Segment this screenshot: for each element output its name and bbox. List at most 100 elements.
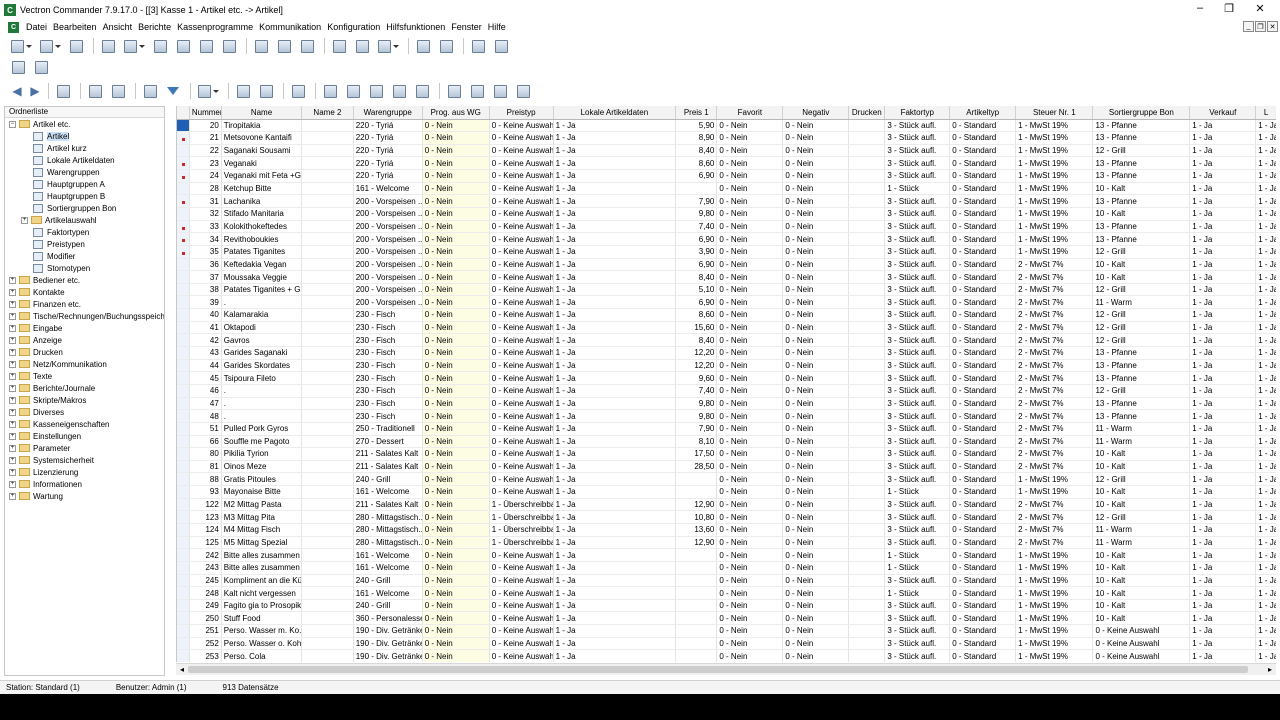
table-cell[interactable]: 1 - Ja bbox=[1255, 194, 1276, 208]
table-cell[interactable]: 1 - MwSt 19% bbox=[1015, 194, 1094, 208]
table-cell[interactable] bbox=[848, 472, 886, 487]
table-cell[interactable]: 122 bbox=[189, 498, 222, 512]
table-cell[interactable]: 250 bbox=[189, 611, 222, 626]
row-selector[interactable] bbox=[177, 333, 190, 348]
table-cell[interactable]: 0 - Standard bbox=[949, 156, 1017, 171]
table-cell[interactable]: 3 - Stück aufl. bbox=[884, 359, 951, 373]
table-cell[interactable]: Perso. Wasser m. Ko... bbox=[221, 624, 303, 638]
table-cell[interactable]: 1 - Ja bbox=[1189, 308, 1257, 322]
table-cell[interactable]: 3 - Stück aufl. bbox=[884, 333, 951, 348]
sort-icon[interactable] bbox=[140, 82, 160, 100]
column-header-preistyp[interactable]: Preistyp bbox=[489, 106, 554, 120]
table-cell[interactable]: Tsipoura Fileto bbox=[221, 371, 303, 385]
table-cell[interactable]: 1 - Ja bbox=[553, 523, 677, 537]
table-cell[interactable]: 13 - Pfanne bbox=[1092, 131, 1191, 145]
table-row[interactable]: 66 Souffle me Pagoto 270 - Dessert 0 - Nein… bbox=[177, 435, 1276, 449]
table-cell[interactable]: 8,40 bbox=[675, 270, 718, 284]
table-cell[interactable]: 0 - Nein bbox=[422, 397, 490, 411]
table-cell[interactable]: Lachanika bbox=[221, 194, 303, 208]
table-cell[interactable]: 1 - Ja bbox=[1189, 283, 1257, 297]
table-cell[interactable]: 1 - Ja bbox=[1255, 220, 1276, 234]
table-cell[interactable]: 1 - Stück bbox=[884, 561, 951, 575]
table-cell[interactable]: 240 - Grill bbox=[353, 574, 423, 588]
table-cell[interactable]: 1 - Ja bbox=[553, 144, 677, 158]
table-cell[interactable]: 1 - Ja bbox=[553, 498, 677, 512]
table-cell[interactable]: 8,60 bbox=[675, 156, 718, 171]
table-cell[interactable]: 2 - MwSt 7% bbox=[1015, 510, 1094, 524]
menu-item-kassenprogramme[interactable]: Kassenprogramme bbox=[174, 22, 256, 32]
table-cell[interactable] bbox=[675, 599, 718, 613]
table-cell[interactable] bbox=[848, 498, 886, 512]
tree-node-diverses[interactable]: + Diverses bbox=[5, 406, 164, 418]
table-cell[interactable] bbox=[675, 472, 718, 487]
table-cell[interactable]: 1 - Ja bbox=[1255, 359, 1276, 373]
table-cell[interactable]: 161 - Welcome bbox=[353, 548, 423, 562]
table-cell[interactable]: 0 - Keine Auswahl bbox=[489, 409, 554, 423]
tree-node-lokale-artikeldaten[interactable]: Lokale Artikeldaten bbox=[5, 154, 164, 166]
table-cell[interactable]: 48 bbox=[189, 409, 222, 423]
column-header-negativ[interactable]: Negativ bbox=[782, 106, 850, 120]
table-cell[interactable]: 1 - Ja bbox=[553, 295, 677, 310]
table-cell[interactable]: 249 bbox=[189, 599, 222, 613]
table-cell[interactable]: 8,60 bbox=[675, 308, 718, 322]
table-cell[interactable]: 190 - Div. Getränke bbox=[353, 624, 423, 638]
table-cell[interactable]: 0 - Nein bbox=[716, 624, 784, 638]
row-selector[interactable] bbox=[177, 194, 190, 208]
table-cell[interactable]: 2 - MwSt 7% bbox=[1015, 460, 1094, 474]
table-cell[interactable]: 1 - Stück bbox=[884, 548, 951, 562]
table-cell[interactable]: 13 - Pfanne bbox=[1092, 156, 1191, 171]
table-cell[interactable] bbox=[848, 510, 886, 524]
table-cell[interactable]: 1 - MwSt 19% bbox=[1015, 207, 1094, 221]
table-row[interactable]: 22 Saganaki Sousami 220 - Tyriá 0 - Nein 0 -… bbox=[177, 144, 1276, 158]
table-cell[interactable]: 0 - Nein bbox=[782, 586, 850, 600]
table-cell[interactable]: 0 - Keine Auswahl bbox=[489, 624, 554, 638]
table-cell[interactable]: 8,40 bbox=[675, 333, 718, 348]
add-record-icon[interactable] bbox=[343, 82, 363, 100]
table-cell[interactable]: 1 - Überschreibbar bbox=[489, 536, 554, 550]
table-cell[interactable]: 3 - Stück aufl. bbox=[884, 220, 951, 234]
table-cell[interactable]: 0 - Nein bbox=[422, 460, 490, 474]
table-cell[interactable]: 38 bbox=[189, 283, 222, 297]
table-cell[interactable] bbox=[301, 295, 354, 310]
table-cell[interactable]: 12,20 bbox=[675, 359, 718, 373]
table-cell[interactable]: 7,90 bbox=[675, 194, 718, 208]
table-row[interactable]: 31 Lachanika 200 - Vorspeisen ... 0 - Nein 0… bbox=[177, 194, 1276, 208]
table-cell[interactable]: 0 - Standard bbox=[949, 561, 1017, 575]
table-cell[interactable]: 0 - Nein bbox=[422, 611, 490, 626]
table-cell[interactable] bbox=[848, 523, 886, 537]
table-cell[interactable] bbox=[675, 182, 718, 196]
table-cell[interactable]: 190 - Div. Getränke bbox=[353, 637, 423, 651]
row-selector[interactable] bbox=[177, 258, 190, 272]
table-cell[interactable]: 1 - Ja bbox=[553, 422, 677, 436]
table-cell[interactable]: 0 - Nein bbox=[422, 523, 490, 537]
table-cell[interactable]: 0 - Keine Auswahl bbox=[489, 548, 554, 562]
table-cell[interactable]: 0 - Nein bbox=[782, 156, 850, 171]
table-cell[interactable] bbox=[848, 119, 886, 133]
table-cell[interactable] bbox=[301, 283, 354, 297]
table-cell[interactable]: Kompliment an die Kü... bbox=[221, 574, 303, 588]
table-cell[interactable]: 0 - Nein bbox=[782, 624, 850, 638]
columns-icon[interactable] bbox=[195, 82, 221, 100]
table-cell[interactable]: 2 - MwSt 7% bbox=[1015, 321, 1094, 335]
row-selector[interactable] bbox=[177, 536, 190, 550]
table-cell[interactable] bbox=[301, 422, 354, 436]
table-cell[interactable] bbox=[301, 258, 354, 272]
table-cell[interactable]: 7,40 bbox=[675, 220, 718, 234]
row-selector[interactable] bbox=[177, 485, 190, 499]
table-row[interactable]: 81 Oinos Meze 211 - Salates Kalt 0 - Nein 0 … bbox=[177, 460, 1276, 474]
table-cell[interactable]: 0 - Nein bbox=[716, 346, 784, 360]
table-cell[interactable]: 1 - Ja bbox=[553, 321, 677, 335]
table-row[interactable]: 48. 230 - Fisch 0 - Nein 0 - Keine Auswahl 1… bbox=[177, 409, 1276, 423]
table-cell[interactable]: 230 - Fisch bbox=[353, 409, 423, 423]
table-cell[interactable]: 2 - MwSt 7% bbox=[1015, 295, 1094, 310]
table-cell[interactable]: 0 - Nein bbox=[782, 258, 850, 272]
table-cell[interactable]: 1 - Ja bbox=[1255, 169, 1276, 183]
table-row[interactable]: 122 M2 Mittag Pasta 211 - Salates Kalt 0 - … bbox=[177, 498, 1276, 512]
table-cell[interactable]: 280 - Mittagstisch... bbox=[353, 536, 423, 550]
table-cell[interactable]: 0 - Standard bbox=[949, 586, 1017, 600]
table-cell[interactable]: 0 - Standard bbox=[949, 119, 1017, 133]
table-cell[interactable]: 0 - Nein bbox=[422, 346, 490, 360]
table-cell[interactable]: 1 - Ja bbox=[1189, 574, 1257, 588]
row-selector[interactable] bbox=[177, 371, 190, 385]
table-cell[interactable]: 0 - Standard bbox=[949, 397, 1017, 411]
